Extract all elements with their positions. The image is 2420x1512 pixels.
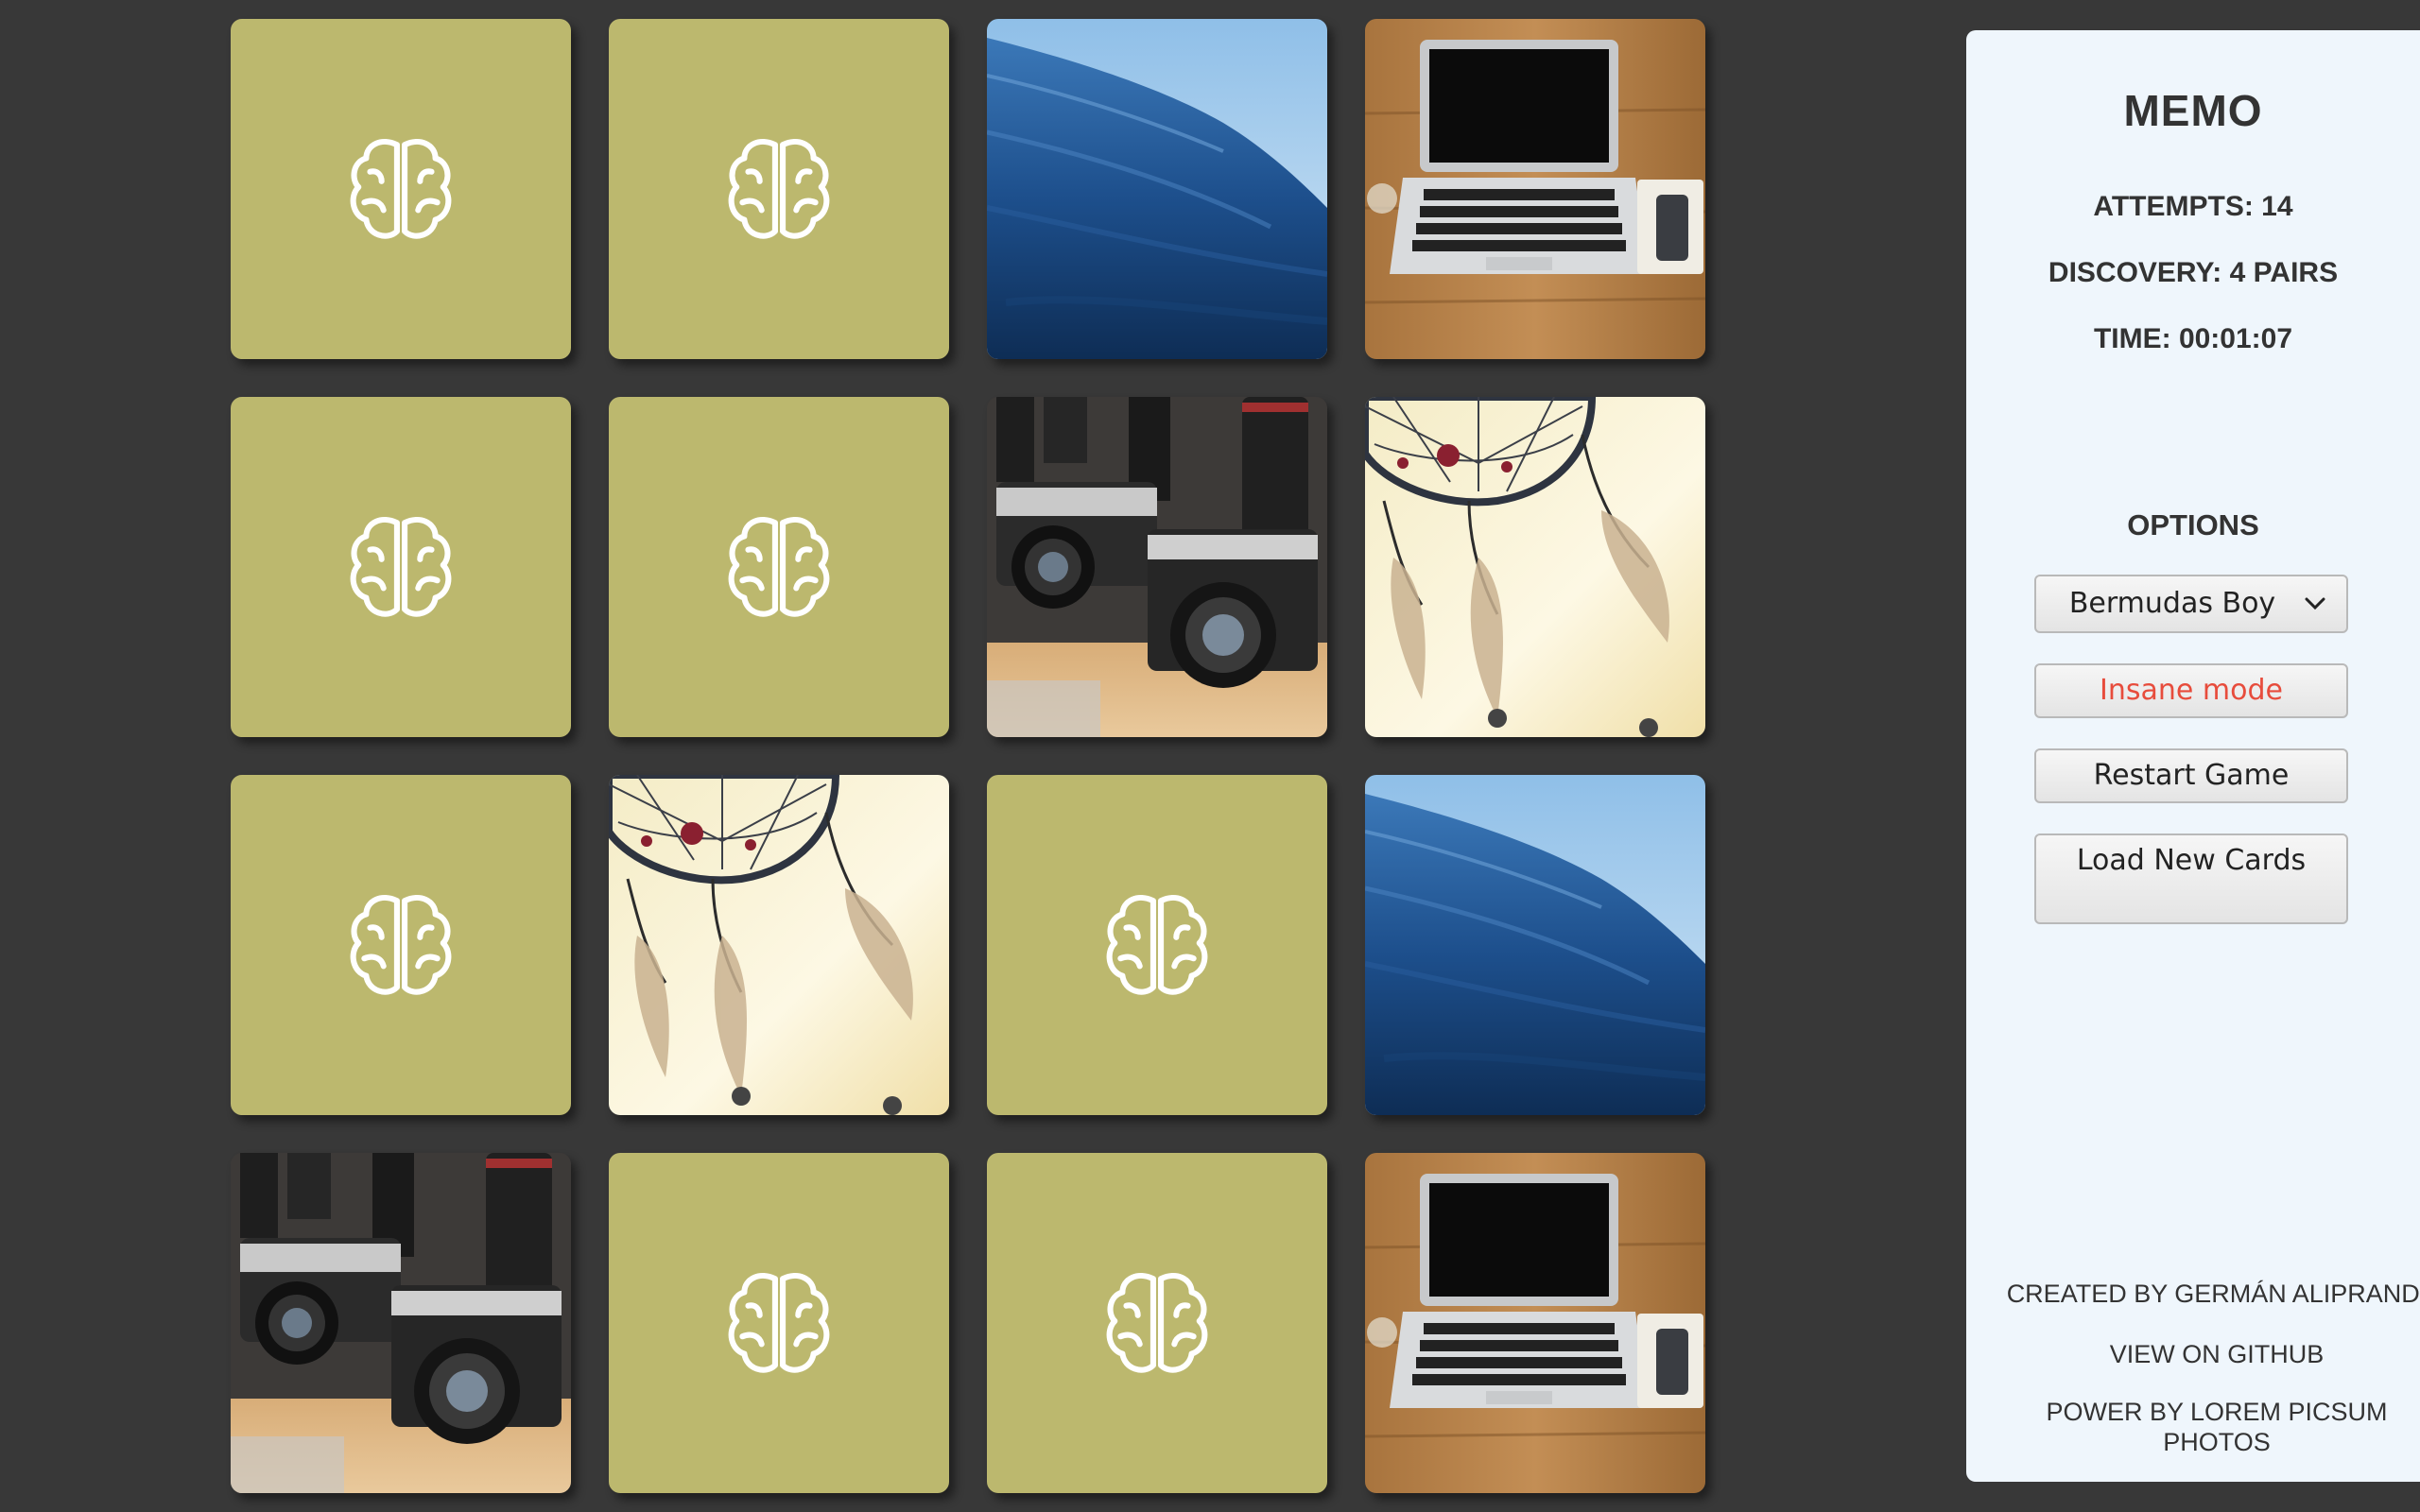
timer-display: TIME: 00:01:07	[2093, 323, 2293, 354]
vintage-cameras-image	[987, 397, 1327, 737]
memory-card-hidden[interactable]	[987, 775, 1327, 1115]
memory-card-hidden[interactable]	[609, 19, 949, 359]
chevron-down-icon	[2305, 597, 2325, 610]
memory-card-hidden[interactable]	[609, 397, 949, 737]
picsum-credit: POWER BY LOREM PICSUM PHOTOS	[2046, 1398, 2388, 1456]
memory-card-hidden[interactable]	[609, 1153, 949, 1493]
memory-card-dreamcatcher[interactable]	[609, 775, 949, 1115]
memory-card-vintage-cameras[interactable]	[987, 397, 1327, 737]
restart-game-button[interactable]: Restart Game	[2034, 748, 2348, 803]
theme-select-value: Bermudas Boy	[2068, 587, 2276, 620]
memory-card-dreamcatcher[interactable]	[1365, 397, 1705, 737]
side-panel: MEMO ATTEMPTS: 14 DISCOVERY: 4 PAIRS TIM…	[1966, 30, 2420, 1482]
dreamcatcher-image	[1365, 397, 1705, 737]
brain-icon	[721, 131, 837, 247]
memory-card-vintage-cameras[interactable]	[231, 1153, 571, 1493]
memory-card-hidden[interactable]	[231, 19, 571, 359]
options-heading: OPTIONS	[2127, 508, 2259, 541]
brain-icon	[343, 131, 458, 247]
memory-card-laptop-desk[interactable]	[1365, 19, 1705, 359]
brain-icon	[343, 509, 458, 625]
load-new-cards-button[interactable]: Load New Cards	[2034, 833, 2348, 924]
laptop-desk-image	[1365, 19, 1705, 359]
ocean-wave-image	[987, 19, 1327, 359]
memory-card-ocean-wave[interactable]	[1365, 775, 1705, 1115]
game-title: MEMO	[2123, 86, 2263, 135]
brain-icon	[721, 1265, 837, 1381]
attempts-counter: ATTEMPTS: 14	[2093, 191, 2293, 222]
brain-icon	[721, 509, 837, 625]
memory-card-hidden[interactable]	[987, 1153, 1327, 1493]
insane-mode-button[interactable]: Insane mode	[2034, 663, 2348, 718]
memory-card-laptop-desk[interactable]	[1365, 1153, 1705, 1493]
memory-card-hidden[interactable]	[231, 775, 571, 1115]
credit-text: CREATED BY GERMÁN ALIPRANDI	[2006, 1280, 2420, 1308]
brain-icon	[343, 887, 458, 1003]
brain-icon	[1099, 1265, 1215, 1381]
memory-card-hidden[interactable]	[231, 397, 571, 737]
discovery-counter: DISCOVERY: 4 PAIRS	[2048, 257, 2339, 288]
memory-card-ocean-wave[interactable]	[987, 19, 1327, 359]
ocean-wave-image	[1365, 775, 1705, 1115]
vintage-cameras-image	[231, 1153, 571, 1493]
github-link[interactable]: VIEW ON GITHUB	[1995, 1340, 2420, 1369]
theme-select[interactable]: Bermudas Boy	[2034, 575, 2348, 633]
brain-icon	[1099, 887, 1215, 1003]
laptop-desk-image	[1365, 1153, 1705, 1493]
dreamcatcher-image	[609, 775, 949, 1115]
